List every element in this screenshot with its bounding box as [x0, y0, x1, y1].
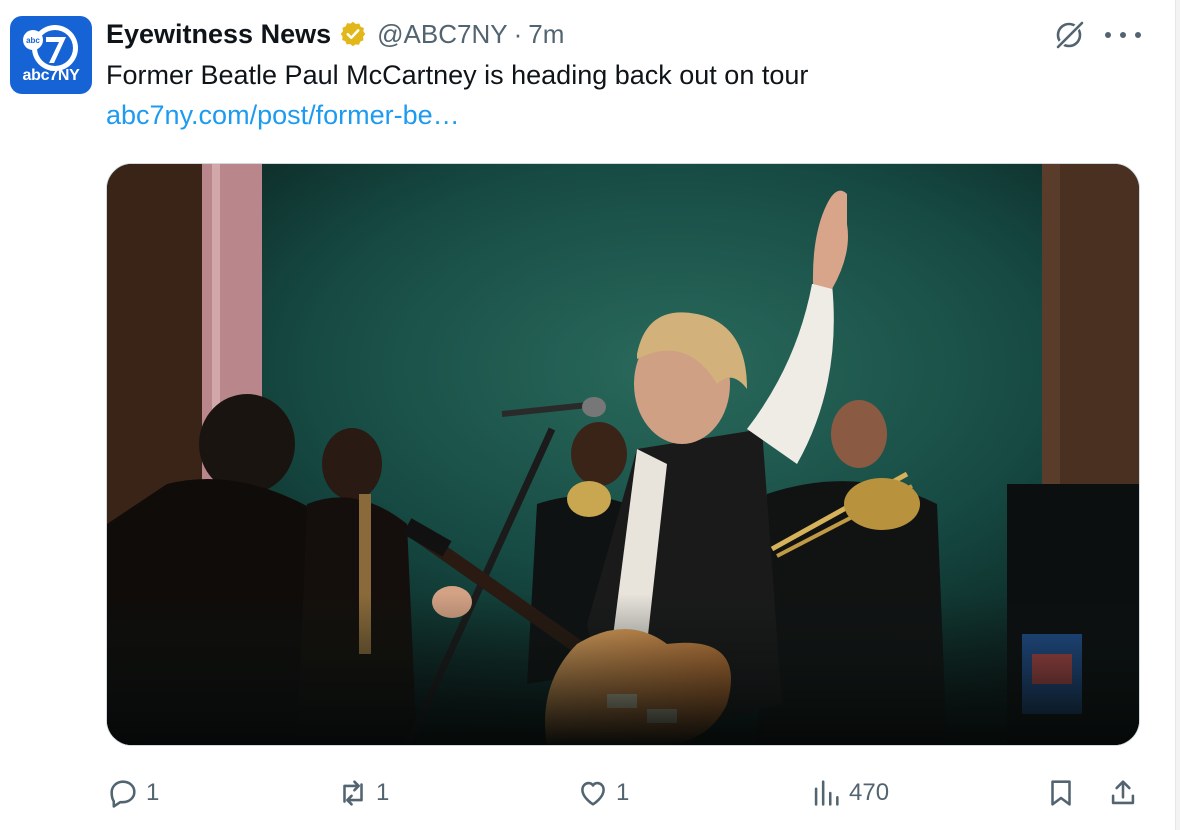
bookmark-button[interactable]	[1044, 770, 1078, 816]
share-icon	[1111, 780, 1135, 805]
repost-button[interactable]: 1	[336, 770, 389, 816]
avatar[interactable]: abc abc7NY	[10, 16, 92, 94]
share-button[interactable]	[1106, 770, 1140, 816]
tweet-header: Eyewitness News @ABC7NY · 7m	[106, 14, 564, 54]
avatar-badge-text: abc	[26, 36, 40, 45]
grok-icon	[1054, 19, 1085, 51]
views-count: 470	[849, 779, 890, 806]
tweet-media-photo[interactable]	[106, 163, 1140, 746]
grok-button[interactable]	[1052, 18, 1086, 52]
tweet-text: Former Beatle Paul McCartney is heading …	[106, 60, 809, 90]
author-name[interactable]: Eyewitness News	[106, 19, 331, 50]
avatar-label: abc7NY	[22, 67, 80, 84]
reply-icon	[110, 780, 136, 808]
more-icon	[1105, 32, 1111, 38]
reply-count: 1	[146, 779, 160, 806]
reply-button[interactable]: 1	[106, 770, 159, 816]
author-handle[interactable]: @ABC7NY	[377, 19, 507, 50]
views-icon	[814, 780, 839, 806]
tweet-actions: 1 1 1 470	[106, 770, 1140, 816]
abc7-logo: abc	[23, 25, 78, 71]
like-icon	[581, 781, 605, 806]
like-button[interactable]: 1	[576, 770, 629, 816]
verified-badge-icon	[340, 21, 366, 47]
concert-photo	[107, 164, 1139, 745]
bookmark-icon	[1051, 780, 1071, 806]
like-count: 1	[616, 779, 630, 806]
tweet-link[interactable]: abc7ny.com/post/former-be…	[106, 100, 460, 131]
tweet-time[interactable]: 7m	[528, 19, 564, 50]
tweet-card[interactable]: abc abc7NY Eyewitness News @ABC7NY · 7m …	[0, 0, 1176, 830]
separator-dot: ·	[513, 18, 523, 49]
repost-count: 1	[376, 779, 390, 806]
more-options-button[interactable]	[1105, 20, 1141, 50]
views-button[interactable]: 470	[809, 770, 889, 816]
repost-icon	[343, 780, 363, 806]
